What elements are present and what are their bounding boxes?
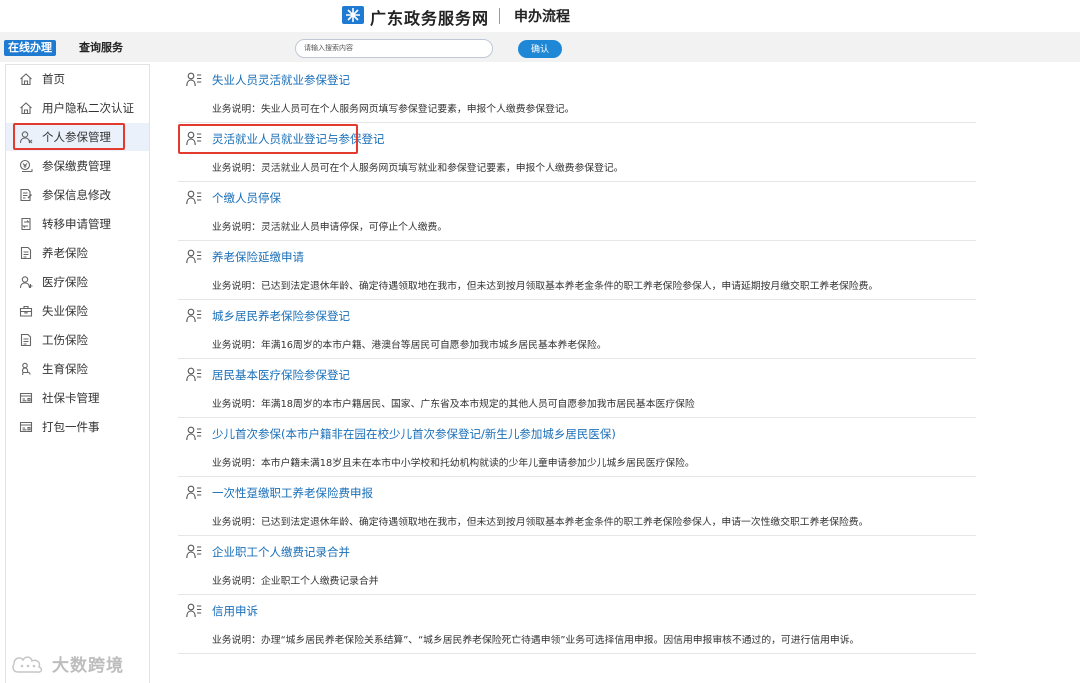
service-description: 业务说明：灵活就业人员申请停保，可停止个人缴费。 (212, 222, 448, 233)
service-description: 业务说明：年满18周岁的本市户籍居民、国家、广东省及本市规定的其他人员可自愿参加… (212, 399, 695, 410)
sidebar-item-social-card[interactable]: 社保卡管理 (6, 384, 149, 412)
sidebar-item-maternity-insurance[interactable]: 生育保险 (6, 355, 149, 383)
list-item: 城乡居民养老保险参保登记 业务说明：年满16周岁的本市户籍、港澳台等居民可自愿参… (178, 300, 976, 359)
sidebar-item-medical-insurance[interactable]: 医疗保险 (6, 268, 149, 296)
payment-icon (18, 159, 33, 174)
list-item: 少儿首次参保(本市户籍非在园在校少儿首次参保登记/新生儿参加城乡居民医保) 业务… (178, 418, 976, 477)
edit-document-icon (18, 188, 33, 203)
card-icon (18, 420, 33, 435)
site-logo-icon (342, 6, 364, 24)
watermark: 大数跨境 (10, 651, 124, 676)
highlight-box-entry (178, 124, 358, 154)
briefcase-icon (18, 304, 33, 319)
list-item: 养老保险延缴申请 业务说明：已达到法定退休年龄、确定待遇领取地在我市，但未达到按… (178, 241, 976, 300)
sidebar-item-label: 用户隐私二次认证 (42, 101, 134, 115)
list-item: 信用申诉 业务说明：办理“城乡居民养老保险关系结算”、“城乡居民养老保险死亡待遇… (178, 595, 976, 654)
user-list-icon (186, 72, 202, 87)
list-item: 一次性趸缴职工养老保险费申报 业务说明：已达到法定退休年龄、确定待遇领取地在我市… (178, 477, 976, 536)
sidebar-item-payment-management[interactable]: 参保缴费管理 (6, 152, 149, 180)
sidebar-item-label: 参保信息修改 (42, 188, 111, 202)
highlight-box-sidebar (13, 123, 125, 150)
site-title: 广东政务服务网 (370, 9, 490, 28)
sidebar: 首页 用户隐私二次认证 个人参保管理 参保缴费管理 参保信息修改 转移申请管理 … (5, 64, 150, 683)
user-list-icon (186, 603, 202, 618)
sidebar-item-package-service[interactable]: 打包一件事 (6, 413, 149, 441)
service-title-link[interactable]: 养老保险延缴申请 (212, 249, 304, 265)
service-title-link[interactable]: 失业人员灵活就业参保登记 (212, 72, 350, 88)
search-input[interactable] (295, 39, 493, 58)
service-title-link[interactable]: 信用申诉 (212, 603, 258, 619)
sidebar-item-label: 生育保险 (42, 362, 88, 376)
card-icon (18, 391, 33, 406)
sidebar-item-label: 参保缴费管理 (42, 159, 111, 173)
confirm-button[interactable]: 确认 (518, 40, 562, 58)
top-bar: 在线办理 查询服务 确认 (0, 32, 1080, 62)
user-list-icon (186, 426, 202, 441)
tab-query-service[interactable]: 查询服务 (79, 40, 123, 56)
sidebar-item-label: 工伤保险 (42, 333, 88, 347)
sidebar-item-label: 失业保险 (42, 304, 88, 318)
sidebar-item-pension-insurance[interactable]: 养老保险 (6, 239, 149, 267)
document-icon (18, 246, 33, 261)
user-list-icon (186, 485, 202, 500)
watermark-logo-icon (12, 655, 43, 673)
sidebar-item-label: 社保卡管理 (42, 391, 100, 405)
service-title-link[interactable]: 城乡居民养老保险参保登记 (212, 308, 350, 324)
list-item: 企业职工个人缴费记录合并 业务说明：企业职工个人缴费记录合并 (178, 536, 976, 595)
service-title-link[interactable]: 居民基本医疗保险参保登记 (212, 367, 350, 383)
sidebar-item-label: 转移申请管理 (42, 217, 111, 231)
tab-online-service[interactable]: 在线办理 (4, 40, 56, 56)
list-item: 失业人员灵活就业参保登记 业务说明：失业人员可在个人服务网页填写参保登记要素，申… (178, 64, 976, 123)
sidebar-item-privacy-auth[interactable]: 用户隐私二次认证 (6, 94, 149, 122)
sidebar-item-home[interactable]: 首页 (6, 65, 149, 93)
service-title-link[interactable]: 一次性趸缴职工养老保险费申报 (212, 485, 373, 501)
user-list-icon (186, 544, 202, 559)
document-icon (18, 333, 33, 348)
service-description: 业务说明：企业职工个人缴费记录合并 (212, 576, 379, 587)
page-title: 申办流程 (514, 9, 570, 25)
person-icon (18, 275, 33, 290)
service-description: 业务说明：失业人员可在个人服务网页填写参保登记要素，申报个人缴费参保登记。 (212, 104, 575, 115)
transfer-icon (18, 217, 33, 232)
list-item: 居民基本医疗保险参保登记 业务说明：年满18周岁的本市户籍居民、国家、广东省及本… (178, 359, 976, 418)
sidebar-item-label: 医疗保险 (42, 275, 88, 289)
sidebar-item-label: 首页 (42, 72, 65, 86)
sidebar-item-label: 打包一件事 (42, 420, 100, 434)
sidebar-item-injury-insurance[interactable]: 工伤保险 (6, 326, 149, 354)
sidebar-item-label: 养老保险 (42, 246, 88, 260)
header: 广东政务服务网 申办流程 (0, 0, 1080, 32)
service-title-link[interactable]: 少儿首次参保(本市户籍非在园在校少儿首次参保登记/新生儿参加城乡居民医保) (212, 426, 616, 442)
service-description: 业务说明：已达到法定退休年龄、确定待遇领取地在我市，但未达到按月领取基本养老金条… (212, 517, 869, 528)
service-description: 业务说明：年满16周岁的本市户籍、港澳台等居民可自愿参加我市城乡居民基本养老保险… (212, 340, 607, 351)
user-list-icon (186, 190, 202, 205)
home-icon (18, 101, 33, 116)
user-list-icon (186, 308, 202, 323)
mother-icon (18, 362, 33, 377)
home-icon (18, 72, 33, 87)
sidebar-item-transfer[interactable]: 转移申请管理 (6, 210, 149, 238)
user-list-icon (186, 367, 202, 382)
sidebar-item-unemployment-insurance[interactable]: 失业保险 (6, 297, 149, 325)
service-description: 业务说明：办理“城乡居民养老保险关系结算”、“城乡居民养老保险死亡待遇申领”业务… (212, 635, 860, 646)
service-description: 业务说明：已达到法定退休年龄、确定待遇领取地在我市，但未达到按月领取基本养老金条… (212, 281, 879, 292)
service-description: 业务说明：灵活就业人员可在个人服务网页填写就业和参保登记要素，申报个人缴费参保登… (212, 163, 624, 174)
service-title-link[interactable]: 企业职工个人缴费记录合并 (212, 544, 350, 560)
service-title-link[interactable]: 个缴人员停保 (212, 190, 281, 206)
watermark-text: 大数跨境 (52, 656, 124, 676)
list-item: 个缴人员停保 业务说明：灵活就业人员申请停保，可停止个人缴费。 (178, 182, 976, 241)
sidebar-item-info-modify[interactable]: 参保信息修改 (6, 181, 149, 209)
service-description: 业务说明：本市户籍未满18岁且未在本市中小学校和托幼机构就读的少年儿童申请参加少… (212, 458, 695, 469)
user-list-icon (186, 249, 202, 264)
title-divider (499, 8, 500, 24)
